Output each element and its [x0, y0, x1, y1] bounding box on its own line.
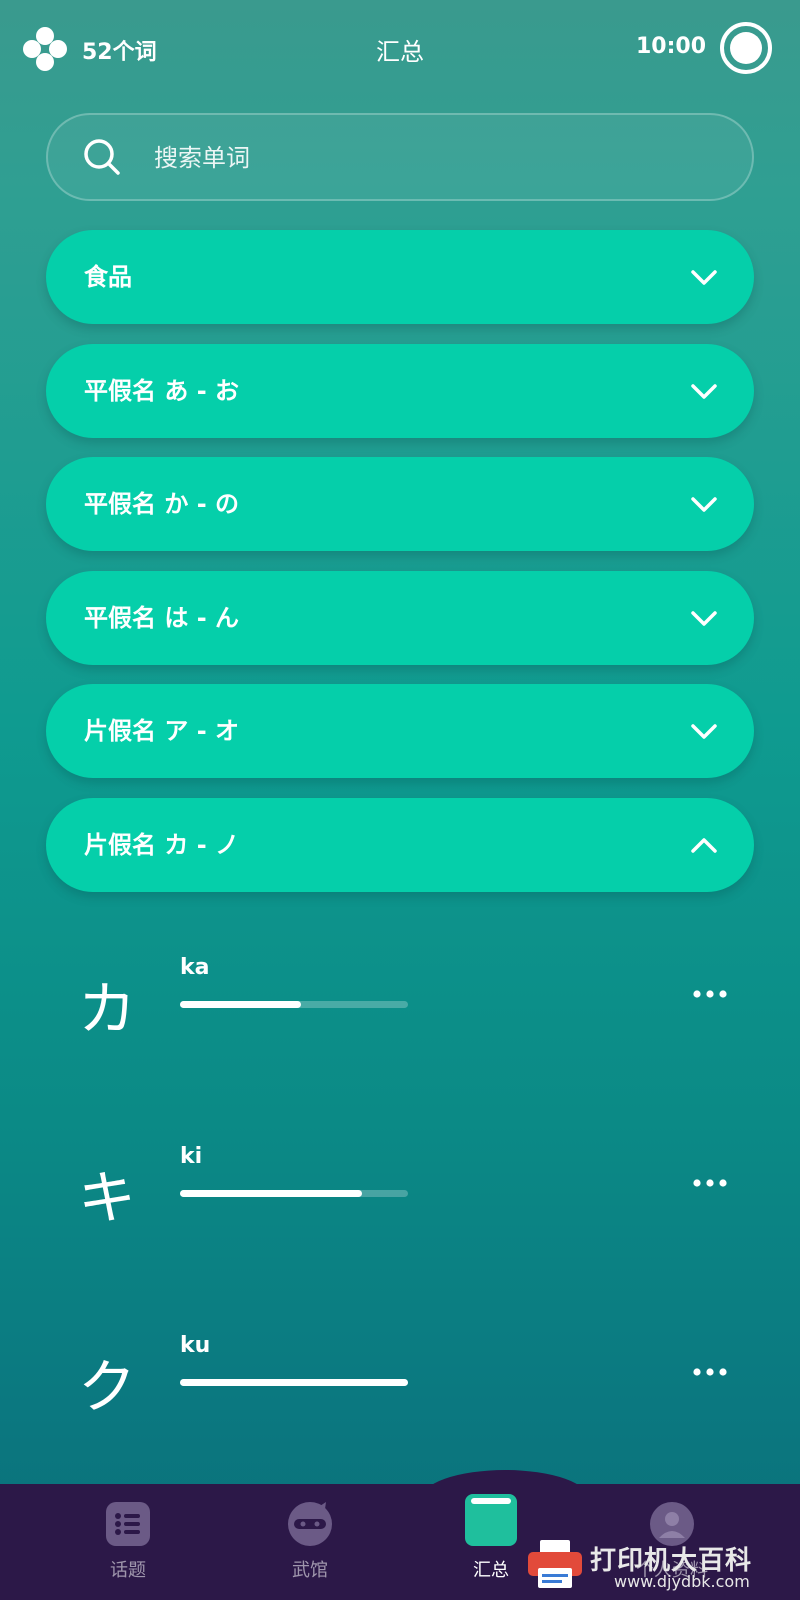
- progress-bar: [180, 1001, 408, 1008]
- book-icon: [465, 1494, 517, 1546]
- category-label: 食品: [84, 263, 132, 291]
- chevron-down-icon[interactable]: [690, 264, 718, 290]
- nav-topics[interactable]: 话题: [68, 1500, 188, 1590]
- romaji-label: ka: [180, 955, 210, 980]
- chevron-down-icon[interactable]: [690, 718, 718, 744]
- ninja-icon: [288, 1502, 332, 1546]
- category-row[interactable]: 平假名 あ - お: [46, 343, 754, 438]
- kana-item[interactable]: ク ku: [0, 1333, 800, 1453]
- category-label: 平假名 は - ん: [84, 603, 240, 632]
- category-label: 平假名 あ - お: [84, 376, 240, 405]
- chevron-up-icon[interactable]: [690, 832, 718, 858]
- romaji-label: ki: [180, 1144, 203, 1169]
- list-icon: [106, 1502, 150, 1546]
- category-row[interactable]: 食品: [46, 230, 754, 324]
- timer-text: 10:00: [635, 34, 706, 59]
- category-row[interactable]: 平假名 か - の: [46, 457, 754, 551]
- category-row[interactable]: 片假名 カ - ノ: [46, 797, 754, 892]
- watermark-url: www.djydbk.com: [614, 1572, 750, 1591]
- kana-item[interactable]: カ ka: [0, 955, 800, 1075]
- kana-character: キ: [78, 1164, 137, 1232]
- watermark: 打印机大百科 www.djydbk.com: [526, 1536, 796, 1596]
- progress-fill: [180, 1190, 363, 1197]
- more-options-icon[interactable]: [692, 1367, 728, 1377]
- top-bar: 52个词 汇总 10:00: [0, 0, 800, 100]
- progress-bar: [180, 1379, 408, 1386]
- chevron-down-icon[interactable]: [690, 491, 718, 517]
- search-icon: [84, 139, 120, 175]
- progress-bar: [180, 1190, 408, 1197]
- search-bar[interactable]: [46, 113, 754, 201]
- search-input[interactable]: [152, 115, 716, 201]
- nav-label-dojo: 武馆: [292, 1560, 328, 1581]
- nav-dojo[interactable]: 武馆: [250, 1500, 370, 1590]
- category-row[interactable]: 片假名 ア - オ: [46, 684, 754, 778]
- nav-label-topics: 话题: [110, 1560, 146, 1581]
- timer-ring-icon[interactable]: [720, 22, 772, 74]
- chevron-down-icon[interactable]: [690, 605, 718, 631]
- kana-item[interactable]: キ ki: [0, 1144, 800, 1264]
- category-label: 片假名 ア - オ: [84, 717, 240, 745]
- category-row[interactable]: 平假名 は - ん: [46, 570, 754, 665]
- progress-fill: [180, 1001, 301, 1008]
- category-label: 片假名 カ - ノ: [84, 830, 240, 859]
- kana-character: カ: [78, 975, 137, 1043]
- category-label: 平假名 か - の: [84, 490, 240, 518]
- more-options-icon[interactable]: [692, 1178, 728, 1188]
- more-options-icon[interactable]: [692, 989, 728, 999]
- printer-icon: [528, 1540, 582, 1588]
- romaji-label: ku: [180, 1333, 211, 1358]
- chevron-down-icon[interactable]: [690, 378, 718, 404]
- kana-character: ク: [78, 1353, 137, 1421]
- progress-fill: [180, 1379, 408, 1386]
